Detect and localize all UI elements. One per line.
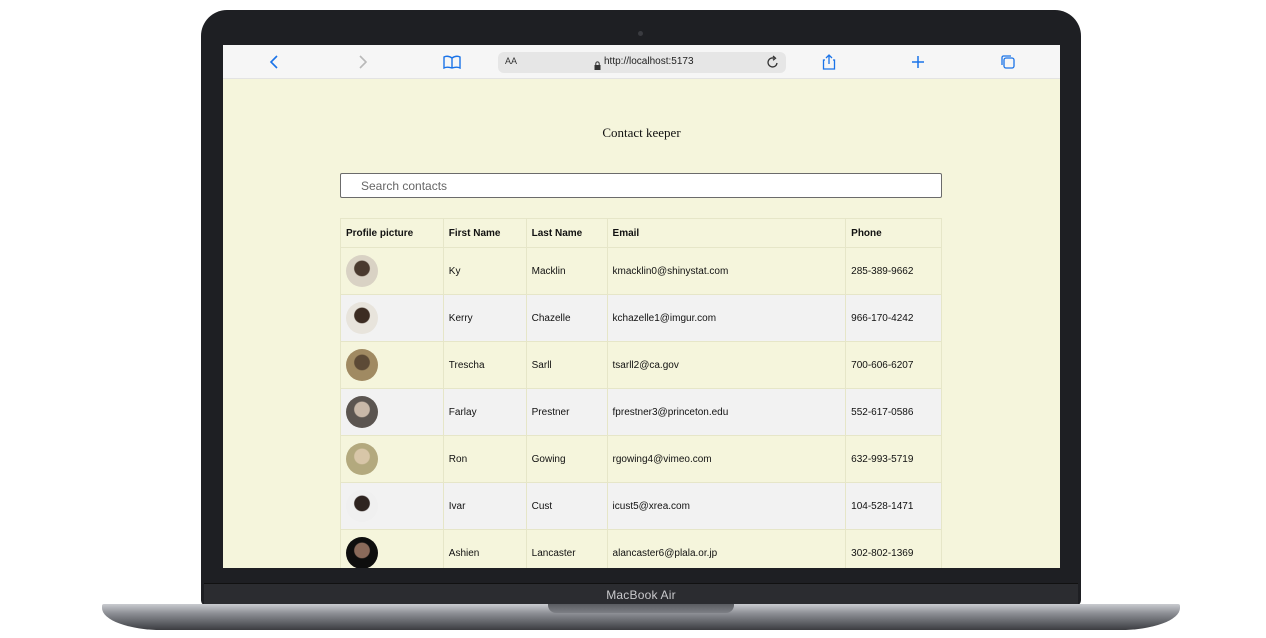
profile-picture-cell: [340, 341, 444, 389]
table-row[interactable]: Trescha Sarll tsarll2@ca.gov 700-606-6207: [340, 341, 942, 389]
stage: AA http://localhost:5173 Contact keeper: [0, 0, 1266, 638]
new-tab-icon[interactable]: [909, 53, 927, 71]
profile-picture-cell: [340, 294, 444, 342]
reload-icon[interactable]: [767, 55, 779, 74]
address-bar[interactable]: AA http://localhost:5173: [498, 52, 786, 73]
table-row[interactable]: Ivar Cust icust5@xrea.com 104-528-1471: [340, 482, 942, 530]
email-cell: fprestner3@princeton.edu: [606, 388, 847, 436]
first-name-cell: Kerry: [442, 294, 527, 342]
browser-toolbar: AA http://localhost:5173: [223, 45, 1060, 79]
profile-picture-cell: [340, 247, 444, 295]
laptop-chin: MacBook Air: [204, 583, 1078, 606]
first-name-cell: Trescha: [442, 341, 527, 389]
first-name-cell: Ashien: [442, 529, 527, 568]
page-title: Contact keeper: [602, 125, 681, 140]
phone-cell: 700-606-6207: [845, 341, 942, 389]
back-icon[interactable]: [265, 53, 283, 71]
profile-picture-cell: [340, 529, 444, 568]
profile-picture-cell: [340, 388, 444, 436]
avatar: [346, 302, 378, 334]
email-cell: icust5@xrea.com: [606, 482, 847, 530]
email-cell: rgowing4@vimeo.com: [606, 435, 847, 483]
camera: [638, 31, 643, 36]
profile-picture-cell: [340, 482, 444, 530]
column-header-first-name[interactable]: First Name: [442, 218, 527, 248]
phone-cell: 285-389-9662: [845, 247, 942, 295]
forward-icon[interactable]: [354, 53, 372, 71]
screen: AA http://localhost:5173 Contact keeper: [223, 45, 1060, 568]
phone-cell: 104-528-1471: [845, 482, 942, 530]
phone-cell: 552-617-0586: [845, 388, 942, 436]
column-header-phone[interactable]: Phone: [845, 218, 942, 248]
phone-cell: 966-170-4242: [845, 294, 942, 342]
last-name-cell: Lancaster: [525, 529, 608, 568]
last-name-cell: Prestner: [525, 388, 608, 436]
last-name-cell: Gowing: [525, 435, 608, 483]
email-cell: alancaster6@plala.or.jp: [606, 529, 847, 568]
avatar: [346, 443, 378, 475]
avatar: [346, 490, 378, 522]
table-row[interactable]: Ky Macklin kmacklin0@shinystat.com 285-389-…: [340, 247, 942, 295]
last-name-cell: Cust: [525, 482, 608, 530]
bookmarks-icon[interactable]: [443, 53, 461, 71]
avatar: [346, 537, 378, 568]
last-name-cell: Sarll: [525, 341, 608, 389]
lock-icon: [594, 57, 601, 75]
device-label: MacBook Air: [606, 588, 676, 602]
avatar: [346, 396, 378, 428]
avatar: [346, 255, 378, 287]
search-input[interactable]: [340, 173, 942, 198]
first-name-cell: Ivar: [442, 482, 527, 530]
last-name-cell: Chazelle: [525, 294, 608, 342]
avatar: [346, 349, 378, 381]
table-row[interactable]: Ron Gowing rgowing4@vimeo.com 632-993-5719: [340, 435, 942, 483]
first-name-cell: Ky: [442, 247, 527, 295]
share-icon[interactable]: [820, 53, 838, 71]
column-header-email[interactable]: Email: [606, 218, 847, 248]
email-cell: kchazelle1@imgur.com: [606, 294, 847, 342]
last-name-cell: Macklin: [525, 247, 608, 295]
table-row[interactable]: Ashien Lancaster alancaster6@plala.or.jp 30…: [340, 529, 942, 568]
column-header-last-name[interactable]: Last Name: [525, 218, 608, 248]
contacts-table: Profile picture First Name Last Name Ema…: [340, 218, 942, 568]
profile-picture-cell: [340, 435, 444, 483]
table-header-row: Profile picture First Name Last Name Ema…: [340, 218, 942, 248]
table-row[interactable]: Farlay Prestner fprestner3@princeton.edu 55…: [340, 388, 942, 436]
phone-cell: 302-802-1369: [845, 529, 942, 568]
first-name-cell: Farlay: [442, 388, 527, 436]
tabs-icon[interactable]: [999, 53, 1017, 71]
text-size-button[interactable]: AA: [505, 56, 517, 66]
url-text: http://localhost:5173: [604, 56, 694, 67]
column-header-profile-picture[interactable]: Profile picture: [340, 218, 444, 248]
laptop-notch: [548, 604, 734, 613]
table-row[interactable]: Kerry Chazelle kchazelle1@imgur.com 966-170…: [340, 294, 942, 342]
email-cell: tsarll2@ca.gov: [606, 341, 847, 389]
email-cell: kmacklin0@shinystat.com: [606, 247, 847, 295]
table-body: Ky Macklin kmacklin0@shinystat.com 285-389-…: [340, 247, 942, 568]
phone-cell: 632-993-5719: [845, 435, 942, 483]
first-name-cell: Ron: [442, 435, 527, 483]
